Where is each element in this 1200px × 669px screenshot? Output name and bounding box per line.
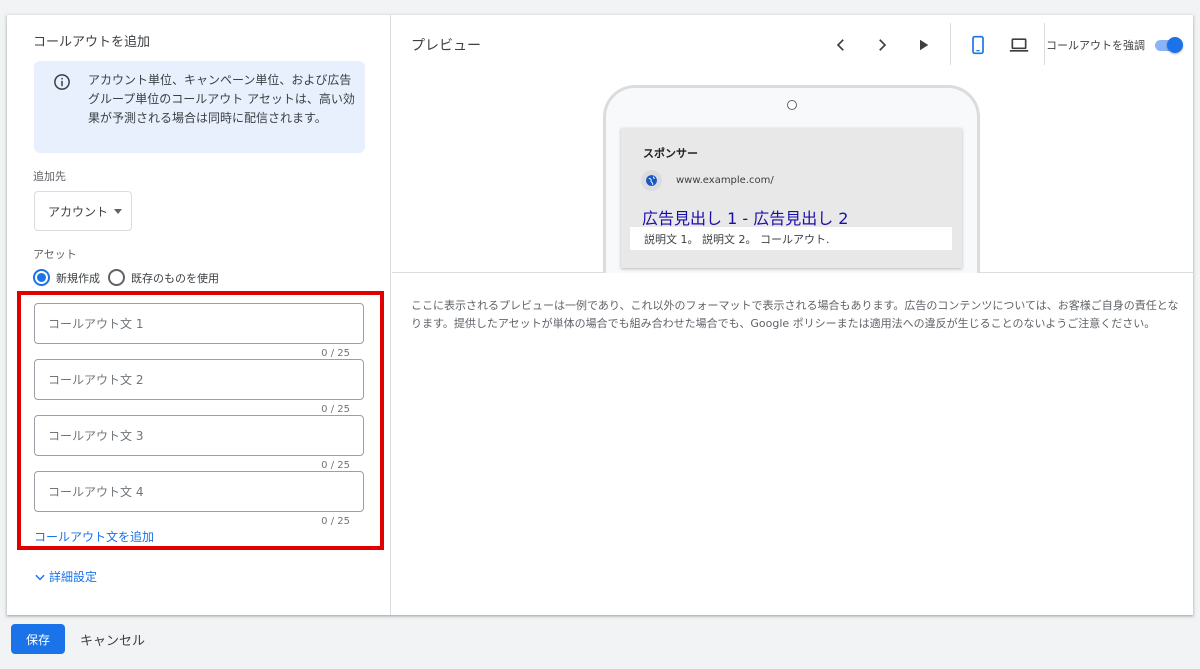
globe-icon [641, 170, 662, 191]
callout-counter-1: 0 / 25 [321, 348, 350, 359]
phone-frame: スポンサー www.example.com/ 広告見出し 1 - 広告見出し 2… [603, 85, 980, 273]
preview-panel: プレビュー コールアウトを強調 スポンサー www.example.com/ 広… [392, 15, 1193, 615]
callout-editor-card: コールアウトを追加 アカウント単位、キャンペーン単位、および広告グループ単位のコ… [7, 15, 1193, 615]
callout-field-1[interactable] [34, 303, 364, 344]
caret-down-icon [114, 208, 123, 214]
ad-description-box: 説明文 1。 説明文 2。 コールアウト. [630, 227, 952, 250]
ad-url: www.example.com/ [676, 175, 774, 186]
preview-area: プレビュー コールアウトを強調 スポンサー www.example.com/ 広… [392, 15, 1193, 273]
callout-field-3[interactable] [34, 415, 364, 456]
add-callout-link[interactable]: コールアウト文を追加 [34, 528, 154, 545]
add-to-value: アカウント [48, 204, 109, 219]
play-icon[interactable] [914, 36, 932, 54]
callout-field-4[interactable] [34, 471, 364, 512]
callout-input-2[interactable] [35, 360, 363, 399]
preview-title: プレビュー [411, 38, 481, 54]
callout-input-3[interactable] [35, 416, 363, 455]
ad-preview: スポンサー www.example.com/ 広告見出し 1 - 広告見出し 2… [621, 128, 962, 268]
chevron-right-icon[interactable] [873, 36, 891, 54]
smartphone-icon[interactable] [968, 34, 988, 56]
info-banner: アカウント単位、キャンペーン単位、および広告グループ単位のコールアウト アセット… [34, 61, 365, 153]
laptop-icon[interactable] [1008, 35, 1030, 55]
ad-description: 説明文 1。 説明文 2。 コールアウト. [644, 233, 830, 246]
callout-input-4[interactable] [35, 472, 363, 511]
emphasize-callout-toggle[interactable] [1153, 37, 1183, 53]
add-to-dropdown[interactable]: アカウント [34, 191, 132, 231]
callout-form-panel: コールアウトを追加 アカウント単位、キャンペーン単位、および広告グループ単位のコ… [7, 15, 391, 615]
emphasize-callout-label: コールアウトを強調 [1046, 39, 1145, 52]
radio-existing-label[interactable]: 既存のものを使用 [131, 270, 219, 286]
advanced-settings-label: 詳細設定 [49, 570, 98, 584]
sponsor-label: スポンサー [643, 147, 698, 160]
callout-field-2[interactable] [34, 359, 364, 400]
info-icon [54, 74, 70, 90]
callout-counter-4: 0 / 25 [321, 516, 350, 527]
radio-existing[interactable] [108, 269, 125, 286]
radio-new[interactable] [33, 269, 50, 286]
ad-headline: 広告見出し 1 - 広告見出し 2 [642, 209, 849, 228]
radio-new-label[interactable]: 新規作成 [56, 270, 100, 286]
preview-notice: ここに表示されるプレビューは一例であり、これ以外のフォーマットで表示される場合も… [411, 299, 1179, 330]
toolbar-divider [950, 23, 951, 65]
cancel-button[interactable]: キャンセル [74, 624, 151, 654]
asset-radio-group: 新規作成 既存のものを使用 [33, 269, 227, 286]
callout-counter-2: 0 / 25 [321, 404, 350, 415]
panel-title: コールアウトを追加 [33, 35, 151, 50]
chevron-down-icon [35, 574, 45, 580]
callout-input-1[interactable] [35, 304, 363, 343]
phone-camera [787, 100, 797, 110]
save-button[interactable]: 保存 [11, 624, 65, 654]
toggle-knob [1167, 37, 1183, 53]
toolbar-divider [1044, 23, 1045, 65]
callout-counter-3: 0 / 25 [321, 460, 350, 471]
add-to-label: 追加先 [33, 170, 66, 183]
advanced-settings-toggle[interactable]: 詳細設定 [33, 568, 97, 585]
chevron-left-icon[interactable] [832, 36, 850, 54]
info-text: アカウント単位、キャンペーン単位、および広告グループ単位のコールアウト アセット… [88, 73, 355, 125]
asset-label: アセット [33, 248, 77, 261]
